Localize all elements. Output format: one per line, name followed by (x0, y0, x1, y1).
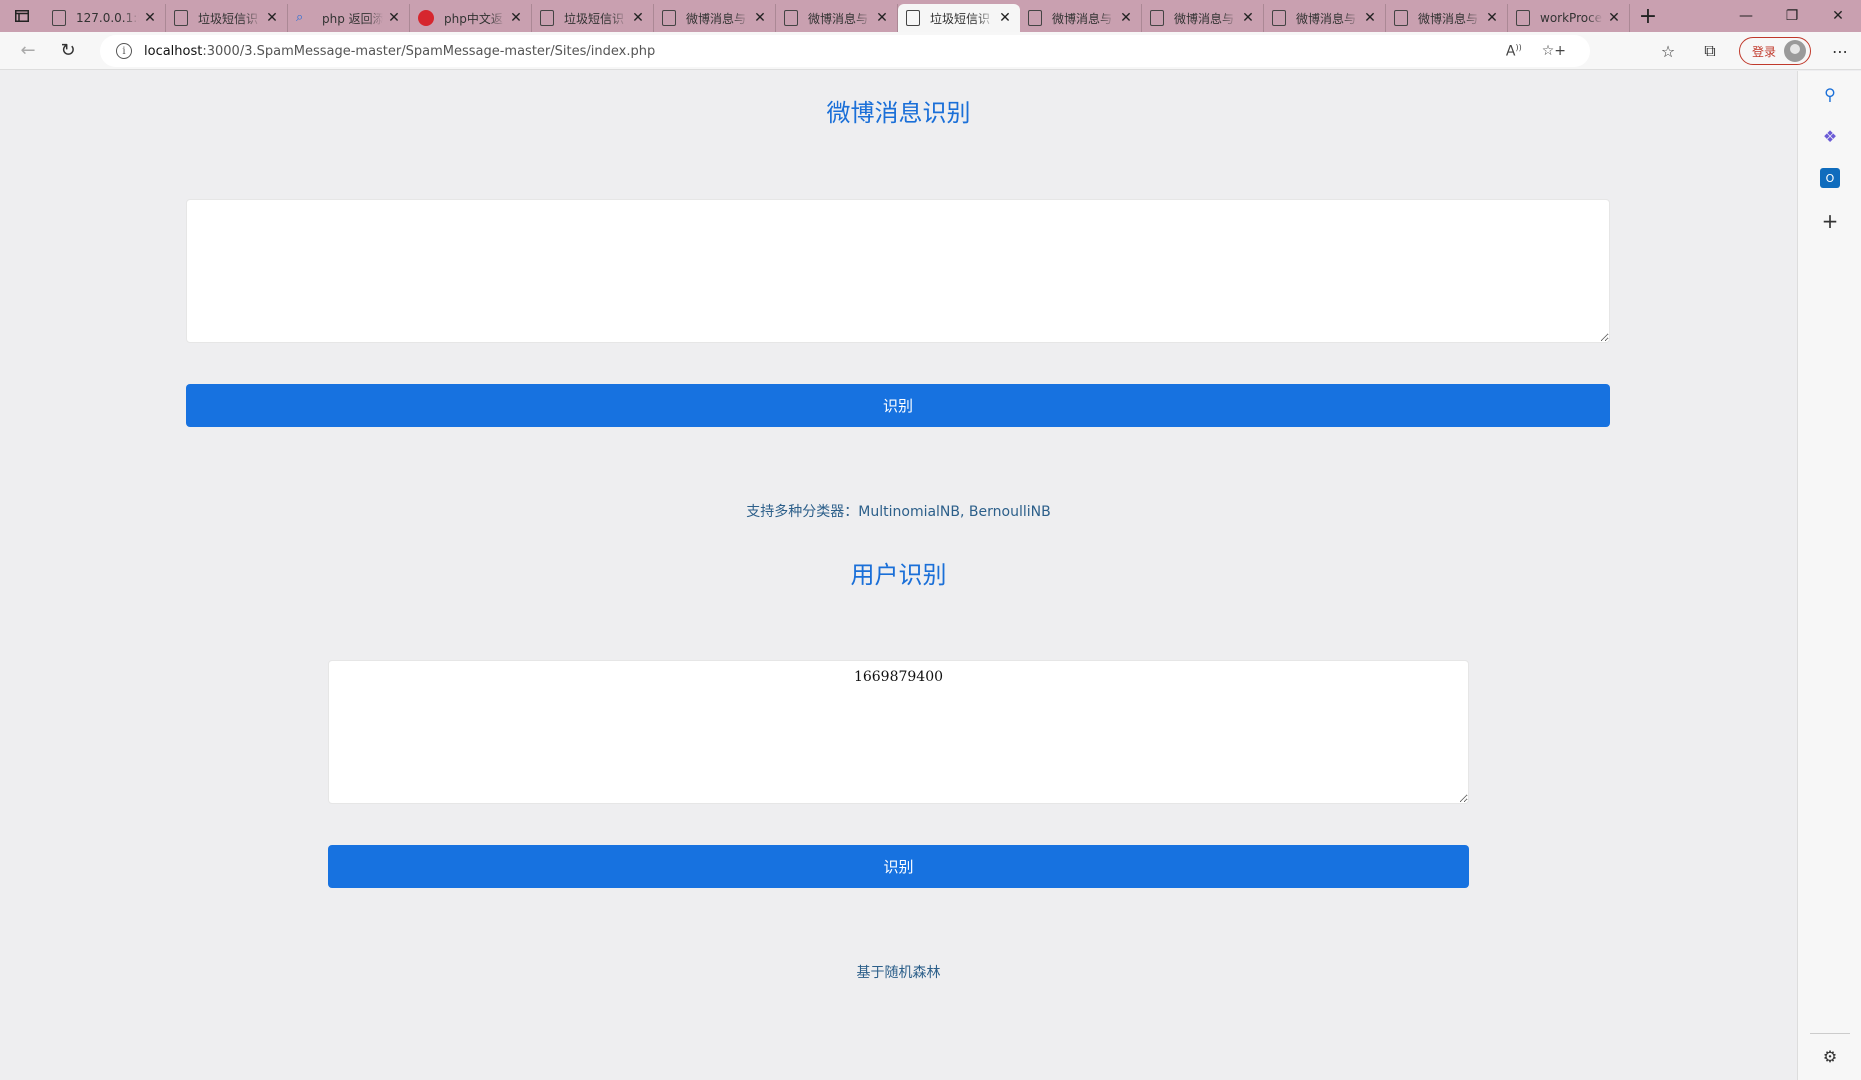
url-field[interactable]: i localhost:3000/3.SpamMessage-master/Sp… (100, 35, 1590, 67)
page-icon (662, 10, 676, 26)
weibo-identify-button[interactable]: 识别 (186, 384, 1610, 427)
avatar (1784, 40, 1806, 62)
site-info-icon[interactable]: i (116, 43, 132, 59)
login-button[interactable]: 登录 (1738, 37, 1811, 65)
tab-close-icon[interactable]: ✕ (143, 10, 157, 26)
favorites-icon[interactable]: ☆ (1647, 42, 1689, 61)
tab-actions-icon (15, 10, 29, 22)
tab-title: php中文返 (444, 11, 503, 26)
restore-button[interactable]: ❐ (1769, 0, 1815, 32)
weibo-classifier-note: 支持多种分类器：MultinomialNB, BernoulliNB (746, 504, 1051, 520)
collections-icon[interactable]: ⧉ (1689, 41, 1731, 61)
tab-title: 垃圾短信识 (564, 11, 625, 26)
tab-list: 127.0.0.1:5 ✕ 垃圾短信识 ✕ ⌕ php 返回添 ✕ php中文返 ✕ 垃圾短信识 ✕… (44, 0, 1630, 32)
add-sidebar-app-icon[interactable]: + (1820, 209, 1840, 233)
minimize-button[interactable]: — (1723, 0, 1769, 32)
page-icon (1150, 10, 1164, 26)
close-window-button[interactable]: ✕ (1815, 0, 1861, 32)
search-icon: ⌕ (296, 10, 304, 25)
page-content: 微博消息识别 识别 支持多种分类器：MultinomialNB, Bernoul… (0, 71, 1797, 1080)
user-identify-button[interactable]: 识别 (328, 845, 1469, 888)
tab-2[interactable]: ⌕ php 返回添 ✕ (288, 4, 410, 32)
tab-title: workProce (1540, 11, 1603, 25)
tab-close-icon[interactable]: ✕ (753, 10, 767, 26)
tab-5[interactable]: 微博消息与 ✕ (654, 4, 776, 32)
tab-title: 微博消息与 (1296, 11, 1357, 26)
browser-toolbar: ☆ ⧉ 登录 ⋯ (1647, 35, 1861, 67)
php-logo-icon (418, 10, 434, 26)
tab-title: 微博消息与 (1174, 11, 1235, 26)
sidebar-divider (1810, 1033, 1850, 1034)
refresh-button[interactable]: ↻ (48, 35, 88, 67)
tab-4[interactable]: 垃圾短信识 ✕ (532, 4, 654, 32)
tab-close-icon[interactable]: ✕ (1119, 10, 1133, 26)
tab-close-icon[interactable]: ✕ (509, 10, 523, 26)
tab-8[interactable]: 微博消息与 ✕ (1020, 4, 1142, 32)
outlook-icon[interactable]: O (1820, 168, 1840, 188)
add-favorite-icon[interactable]: ☆+ (1542, 43, 1566, 60)
page-icon (540, 10, 554, 26)
tab-11[interactable]: 微博消息与 ✕ (1386, 4, 1508, 32)
more-menu-icon[interactable]: ⋯ (1819, 42, 1861, 61)
tab-10[interactable]: 微博消息与 ✕ (1264, 4, 1386, 32)
tab-0[interactable]: 127.0.0.1:5 ✕ (44, 4, 166, 32)
page-icon (1272, 10, 1286, 26)
tab-bar: 127.0.0.1:5 ✕ 垃圾短信识 ✕ ⌕ php 返回添 ✕ php中文返 ✕ 垃圾短信识 ✕… (0, 0, 1861, 32)
tab-6[interactable]: 微博消息与 ✕ (776, 4, 898, 32)
address-bar: ← ↻ i localhost:3000/3.SpamMessage-maste… (0, 32, 1861, 70)
page-icon (52, 10, 66, 26)
tab-12[interactable]: workProce ✕ (1508, 4, 1630, 32)
read-aloud-icon[interactable]: A)) (1506, 43, 1522, 60)
tab-title: 微博消息与 (1052, 11, 1113, 26)
back-button[interactable]: ← (8, 35, 48, 67)
search-icon[interactable]: ⚲ (1820, 84, 1840, 104)
page-icon (174, 10, 188, 26)
page-icon (1516, 10, 1530, 26)
page-icon (906, 10, 920, 26)
tab-close-icon[interactable]: ✕ (1241, 10, 1255, 26)
user-section-title: 用户识别 (850, 561, 947, 589)
tab-title: php 返回添 (322, 11, 383, 26)
tab-close-icon[interactable]: ✕ (1485, 10, 1499, 26)
tab-9[interactable]: 微博消息与 ✕ (1142, 4, 1264, 32)
page-icon (784, 10, 798, 26)
weibo-section-title: 微博消息识别 (826, 99, 971, 127)
tab-close-icon[interactable]: ✕ (1607, 10, 1621, 26)
tab-close-icon[interactable]: ✕ (387, 10, 401, 26)
tab-3[interactable]: php中文返 ✕ (410, 4, 532, 32)
page-icon (1394, 10, 1408, 26)
url-tools: A)) ☆+ (1506, 43, 1566, 60)
url-host: localhost (144, 43, 203, 59)
weibo-message-input[interactable] (186, 199, 1610, 343)
window-controls: — ❐ ✕ (1723, 0, 1861, 32)
tab-title: 微博消息与 (1418, 11, 1479, 26)
tab-close-icon[interactable]: ✕ (875, 10, 889, 26)
login-label: 登录 (1751, 44, 1776, 59)
copilot-icon[interactable]: ❖ (1820, 126, 1840, 146)
tab-title: 微博消息与 (686, 11, 747, 26)
tab-title: 127.0.0.1:5 (76, 11, 139, 25)
settings-gear-icon[interactable]: ⚙ (1820, 1046, 1840, 1066)
user-id-input[interactable] (328, 660, 1469, 804)
tab-close-icon[interactable]: ✕ (265, 10, 279, 26)
new-tab-button[interactable]: + (1630, 4, 1666, 29)
tab-title: 垃圾短信识 (930, 11, 991, 26)
url-path: :3000/3.SpamMessage-master/SpamMessage-m… (202, 43, 656, 59)
user-model-note: 基于随机森林 (856, 965, 941, 981)
tab-actions-button[interactable] (0, 0, 44, 32)
tab-close-icon[interactable]: ✕ (631, 10, 645, 26)
browser-sidebar: ⚲ ❖ O + ⚙ (1797, 71, 1861, 1080)
tab-title: 微博消息与 (808, 11, 869, 26)
tab-7[interactable]: 垃圾短信识 ✕ (898, 4, 1020, 32)
tab-1[interactable]: 垃圾短信识 ✕ (166, 4, 288, 32)
tab-close-icon[interactable]: ✕ (1363, 10, 1377, 26)
tab-close-icon[interactable]: ✕ (998, 10, 1012, 26)
page-icon (1028, 10, 1042, 26)
tab-title: 垃圾短信识 (198, 11, 259, 26)
